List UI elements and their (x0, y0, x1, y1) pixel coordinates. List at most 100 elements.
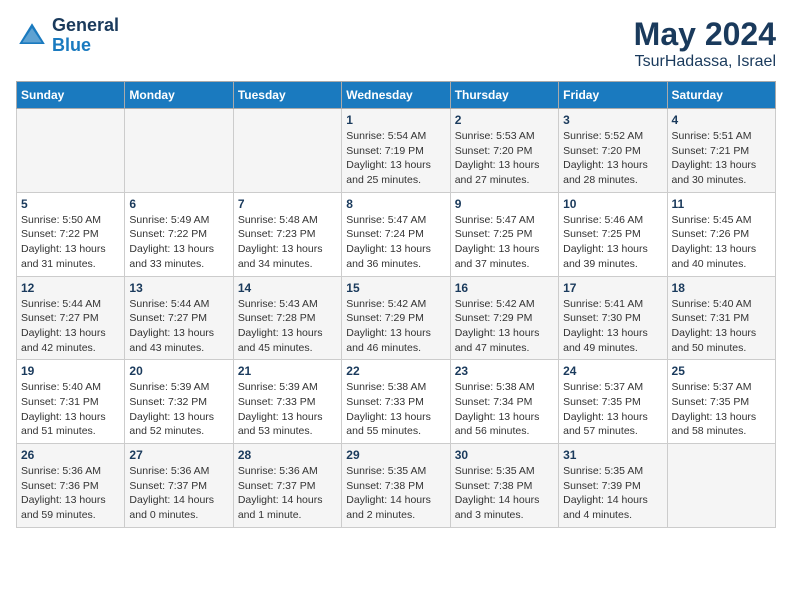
calendar-week-row: 12 Sunrise: 5:44 AM Sunset: 7:27 PM Dayli… (17, 276, 776, 360)
day-number: 28 (238, 448, 337, 462)
calendar-cell: 21 Sunrise: 5:39 AM Sunset: 7:33 PM Dayli… (233, 360, 341, 444)
day-number: 12 (21, 281, 120, 295)
day-detail: Sunrise: 5:50 AM Sunset: 7:22 PM Dayligh… (21, 213, 120, 272)
calendar-cell: 5 Sunrise: 5:50 AM Sunset: 7:22 PM Daylig… (17, 192, 125, 276)
day-detail: Sunrise: 5:36 AM Sunset: 7:37 PM Dayligh… (238, 464, 337, 523)
month-year-title: May 2024 (634, 16, 776, 53)
day-number: 23 (455, 364, 554, 378)
day-number: 16 (455, 281, 554, 295)
calendar-week-row: 26 Sunrise: 5:36 AM Sunset: 7:36 PM Dayli… (17, 444, 776, 528)
calendar-cell: 1 Sunrise: 5:54 AM Sunset: 7:19 PM Daylig… (342, 109, 450, 193)
calendar-cell: 15Sunrise: 5:42 AM Sunset: 7:29 PM Dayli… (342, 276, 450, 360)
day-detail: Sunrise: 5:46 AM Sunset: 7:25 PM Dayligh… (563, 213, 662, 272)
day-detail: Sunrise: 5:49 AM Sunset: 7:22 PM Dayligh… (129, 213, 228, 272)
day-detail: Sunrise: 5:36 AM Sunset: 7:37 PM Dayligh… (129, 464, 228, 523)
calendar-cell: 28 Sunrise: 5:36 AM Sunset: 7:37 PM Dayli… (233, 444, 341, 528)
day-number: 1 (346, 113, 445, 127)
calendar-cell: 6 Sunrise: 5:49 AM Sunset: 7:22 PM Daylig… (125, 192, 233, 276)
calendar-cell: 9 Sunrise: 5:47 AM Sunset: 7:25 PM Daylig… (450, 192, 558, 276)
day-number: 24 (563, 364, 662, 378)
day-detail: Sunrise: 5:38 AM Sunset: 7:33 PM Dayligh… (346, 380, 445, 439)
calendar-cell: 16 Sunrise: 5:42 AM Sunset: 7:29 PM Dayli… (450, 276, 558, 360)
day-number: 2 (455, 113, 554, 127)
calendar-cell: 29 Sunrise: 5:35 AM Sunset: 7:38 PM Dayli… (342, 444, 450, 528)
calendar-cell: 23 Sunrise: 5:38 AM Sunset: 7:34 PM Dayli… (450, 360, 558, 444)
day-number: 4 (672, 113, 771, 127)
day-number: 5 (21, 197, 120, 211)
day-detail: Sunrise: 5:36 AM Sunset: 7:36 PM Dayligh… (21, 464, 120, 523)
day-detail: Sunrise: 5:38 AM Sunset: 7:34 PM Dayligh… (455, 380, 554, 439)
calendar-cell: 31Sunrise: 5:35 AM Sunset: 7:39 PM Dayli… (559, 444, 667, 528)
calendar-cell: 17 Sunrise: 5:41 AM Sunset: 7:30 PM Dayli… (559, 276, 667, 360)
day-number: 13 (129, 281, 228, 295)
day-detail: Sunrise: 5:39 AM Sunset: 7:33 PM Dayligh… (238, 380, 337, 439)
calendar-week-row: 19 Sunrise: 5:40 AM Sunset: 7:31 PM Dayli… (17, 360, 776, 444)
page-header: General Blue May 2024 TsurHadassa, Israe… (16, 16, 776, 71)
day-number: 27 (129, 448, 228, 462)
day-number: 15 (346, 281, 445, 295)
logo-icon (16, 20, 48, 52)
day-number: 17 (563, 281, 662, 295)
weekday-header: Sunday (17, 82, 125, 109)
day-detail: Sunrise: 5:35 AM Sunset: 7:38 PM Dayligh… (455, 464, 554, 523)
day-detail: Sunrise: 5:47 AM Sunset: 7:25 PM Dayligh… (455, 213, 554, 272)
day-detail: Sunrise: 5:51 AM Sunset: 7:21 PM Dayligh… (672, 129, 771, 188)
day-detail: Sunrise: 5:48 AM Sunset: 7:23 PM Dayligh… (238, 213, 337, 272)
calendar-cell: 4 Sunrise: 5:51 AM Sunset: 7:21 PM Daylig… (667, 109, 775, 193)
day-number: 10 (563, 197, 662, 211)
day-number: 31 (563, 448, 662, 462)
day-detail: Sunrise: 5:47 AM Sunset: 7:24 PM Dayligh… (346, 213, 445, 272)
day-detail: Sunrise: 5:44 AM Sunset: 7:27 PM Dayligh… (21, 297, 120, 356)
calendar-cell: 20Sunrise: 5:39 AM Sunset: 7:32 PM Dayli… (125, 360, 233, 444)
calendar-cell: 24 Sunrise: 5:37 AM Sunset: 7:35 PM Dayli… (559, 360, 667, 444)
day-detail: Sunrise: 5:37 AM Sunset: 7:35 PM Dayligh… (563, 380, 662, 439)
calendar-cell: 2 Sunrise: 5:53 AM Sunset: 7:20 PM Daylig… (450, 109, 558, 193)
day-detail: Sunrise: 5:35 AM Sunset: 7:38 PM Dayligh… (346, 464, 445, 523)
calendar-week-row: 1 Sunrise: 5:54 AM Sunset: 7:19 PM Daylig… (17, 109, 776, 193)
day-number: 9 (455, 197, 554, 211)
day-number: 26 (21, 448, 120, 462)
day-number: 19 (21, 364, 120, 378)
day-detail: Sunrise: 5:37 AM Sunset: 7:35 PM Dayligh… (672, 380, 771, 439)
calendar-cell: 8 Sunrise: 5:47 AM Sunset: 7:24 PM Daylig… (342, 192, 450, 276)
calendar-cell (125, 109, 233, 193)
calendar-table: SundayMondayTuesdayWednesdayThursdayFrid… (16, 81, 776, 528)
weekday-header: Friday (559, 82, 667, 109)
calendar-week-row: 5 Sunrise: 5:50 AM Sunset: 7:22 PM Daylig… (17, 192, 776, 276)
day-detail: Sunrise: 5:54 AM Sunset: 7:19 PM Dayligh… (346, 129, 445, 188)
calendar-cell: 26 Sunrise: 5:36 AM Sunset: 7:36 PM Dayli… (17, 444, 125, 528)
calendar-cell: 11 Sunrise: 5:45 AM Sunset: 7:26 PM Dayli… (667, 192, 775, 276)
calendar-cell (17, 109, 125, 193)
day-number: 6 (129, 197, 228, 211)
logo-text: General Blue (52, 16, 119, 56)
weekday-header: Saturday (667, 82, 775, 109)
calendar-cell: 7 Sunrise: 5:48 AM Sunset: 7:23 PM Daylig… (233, 192, 341, 276)
day-detail: Sunrise: 5:45 AM Sunset: 7:26 PM Dayligh… (672, 213, 771, 272)
weekday-header: Thursday (450, 82, 558, 109)
day-detail: Sunrise: 5:41 AM Sunset: 7:30 PM Dayligh… (563, 297, 662, 356)
day-number: 29 (346, 448, 445, 462)
calendar-cell: 18Sunrise: 5:40 AM Sunset: 7:31 PM Dayli… (667, 276, 775, 360)
calendar-cell: 19 Sunrise: 5:40 AM Sunset: 7:31 PM Dayli… (17, 360, 125, 444)
calendar-cell: 27 Sunrise: 5:36 AM Sunset: 7:37 PM Dayli… (125, 444, 233, 528)
calendar-cell: 3Sunrise: 5:52 AM Sunset: 7:20 PM Daylig… (559, 109, 667, 193)
day-detail: Sunrise: 5:42 AM Sunset: 7:29 PM Dayligh… (455, 297, 554, 356)
calendar-cell: 10 Sunrise: 5:46 AM Sunset: 7:25 PM Dayli… (559, 192, 667, 276)
title-block: May 2024 TsurHadassa, Israel (634, 16, 776, 71)
day-detail: Sunrise: 5:40 AM Sunset: 7:31 PM Dayligh… (21, 380, 120, 439)
day-number: 25 (672, 364, 771, 378)
day-number: 7 (238, 197, 337, 211)
weekday-header: Tuesday (233, 82, 341, 109)
day-number: 8 (346, 197, 445, 211)
day-detail: Sunrise: 5:53 AM Sunset: 7:20 PM Dayligh… (455, 129, 554, 188)
day-number: 20 (129, 364, 228, 378)
day-number: 11 (672, 197, 771, 211)
day-number: 18 (672, 281, 771, 295)
day-detail: Sunrise: 5:52 AM Sunset: 7:20 PM Dayligh… (563, 129, 662, 188)
day-number: 21 (238, 364, 337, 378)
calendar-cell (233, 109, 341, 193)
day-detail: Sunrise: 5:44 AM Sunset: 7:27 PM Dayligh… (129, 297, 228, 356)
calendar-cell: 25 Sunrise: 5:37 AM Sunset: 7:35 PM Dayli… (667, 360, 775, 444)
logo: General Blue (16, 16, 119, 56)
weekday-header: Wednesday (342, 82, 450, 109)
